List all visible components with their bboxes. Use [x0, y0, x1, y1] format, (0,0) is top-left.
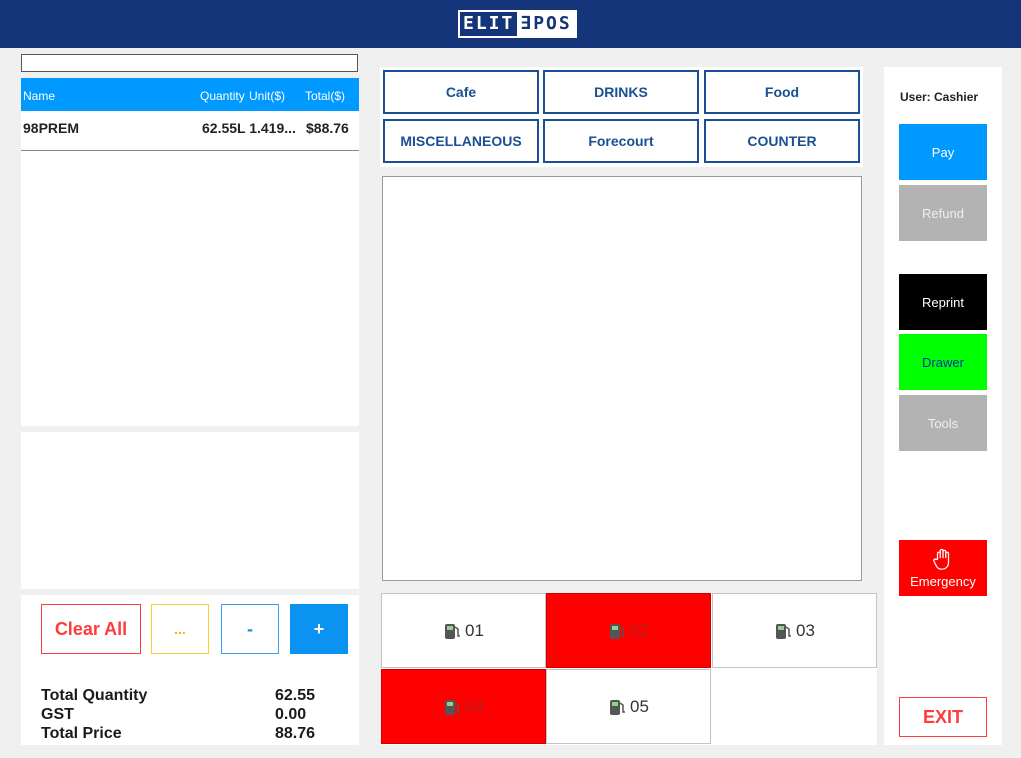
drawer-button[interactable]: Drawer [899, 334, 987, 390]
fuel-pump-icon [445, 699, 461, 715]
order-list-header: Name Quantity Unit($) Total($) [21, 78, 359, 111]
reprint-button[interactable]: Reprint [899, 274, 987, 330]
tools-button[interactable]: Tools [899, 395, 987, 451]
exit-button[interactable]: EXIT [899, 697, 987, 737]
column-unit: Unit($) [249, 89, 286, 103]
gst-value: 0.00 [275, 706, 307, 723]
more-options-button[interactable]: ... [151, 604, 209, 654]
order-item-qty-unit: 62.55L 1.419... [202, 120, 296, 136]
column-name: Name [23, 89, 56, 103]
pump-03-button[interactable]: 03 [712, 593, 877, 668]
pay-button[interactable]: Pay [899, 124, 987, 180]
pump-label: 04 [465, 696, 484, 716]
logo-text-left: ELIT [460, 12, 518, 36]
order-item-name: 98PREM [23, 120, 80, 136]
order-row[interactable]: 98PREM 62.55L 1.419... $88.76 [21, 111, 359, 151]
pump-02-button[interactable]: 02 [546, 593, 711, 668]
category-food[interactable]: Food [704, 70, 860, 114]
decrease-quantity-button[interactable]: - [221, 604, 279, 654]
app-header: ELIT ∃POS [0, 0, 1021, 48]
fuel-pump-icon [445, 623, 461, 639]
totals-panel: Clear All ... - + Total Quantity 62.55 G… [21, 595, 359, 745]
total-quantity-label: Total Quantity [41, 687, 148, 704]
current-user-label: User: Cashier [900, 90, 979, 104]
category-counter[interactable]: COUNTER [704, 119, 860, 163]
emergency-label: Emergency [910, 573, 976, 589]
app-logo: ELIT ∃POS [458, 10, 577, 38]
category-grid: Cafe DRINKS Food MISCELLANEOUS Forecourt… [380, 67, 863, 167]
total-price-value: 88.76 [275, 725, 316, 742]
order-item-total: $88.76 [306, 120, 349, 136]
fuel-pump-icon [610, 699, 626, 715]
category-drinks[interactable]: DRINKS [543, 70, 699, 114]
order-list: Name Quantity Unit($) Total($) 98PREM 62… [21, 78, 359, 426]
stop-hand-icon [933, 548, 950, 570]
fuel-pump-icon [610, 623, 626, 639]
action-sidebar: User: Cashier Pay Refund Reprint Drawer … [884, 67, 1002, 745]
pump-04-button[interactable]: 04 [381, 669, 546, 744]
increase-quantity-button[interactable]: + [290, 604, 348, 654]
pump-label: 05 [630, 696, 649, 716]
search-input[interactable] [21, 54, 358, 72]
pump-01-button[interactable]: 01 [381, 593, 546, 668]
category-cafe[interactable]: Cafe [383, 70, 539, 114]
emergency-button[interactable]: Emergency [899, 540, 987, 596]
gst-label: GST [41, 706, 74, 723]
clear-all-button[interactable]: Clear All [41, 604, 141, 654]
column-quantity: Quantity [200, 89, 245, 103]
pump-label: 02 [630, 620, 649, 640]
category-forecourt[interactable]: Forecourt [543, 119, 699, 163]
refund-button[interactable]: Refund [899, 185, 987, 241]
item-detail-panel [21, 432, 359, 589]
product-grid [382, 176, 862, 581]
pump-label: 03 [796, 620, 815, 640]
fuel-pump-grid: 01 02 03 04 05 [381, 593, 877, 745]
total-quantity-value: 62.55 [275, 687, 316, 704]
column-total: Total($) [305, 89, 346, 103]
category-miscellaneous[interactable]: MISCELLANEOUS [383, 119, 539, 163]
fuel-pump-icon [776, 623, 792, 639]
pump-label: 01 [465, 620, 484, 640]
pump-05-button[interactable]: 05 [546, 669, 711, 744]
total-price-label: Total Price [41, 725, 122, 742]
logo-text-right: ∃POS [517, 12, 575, 36]
